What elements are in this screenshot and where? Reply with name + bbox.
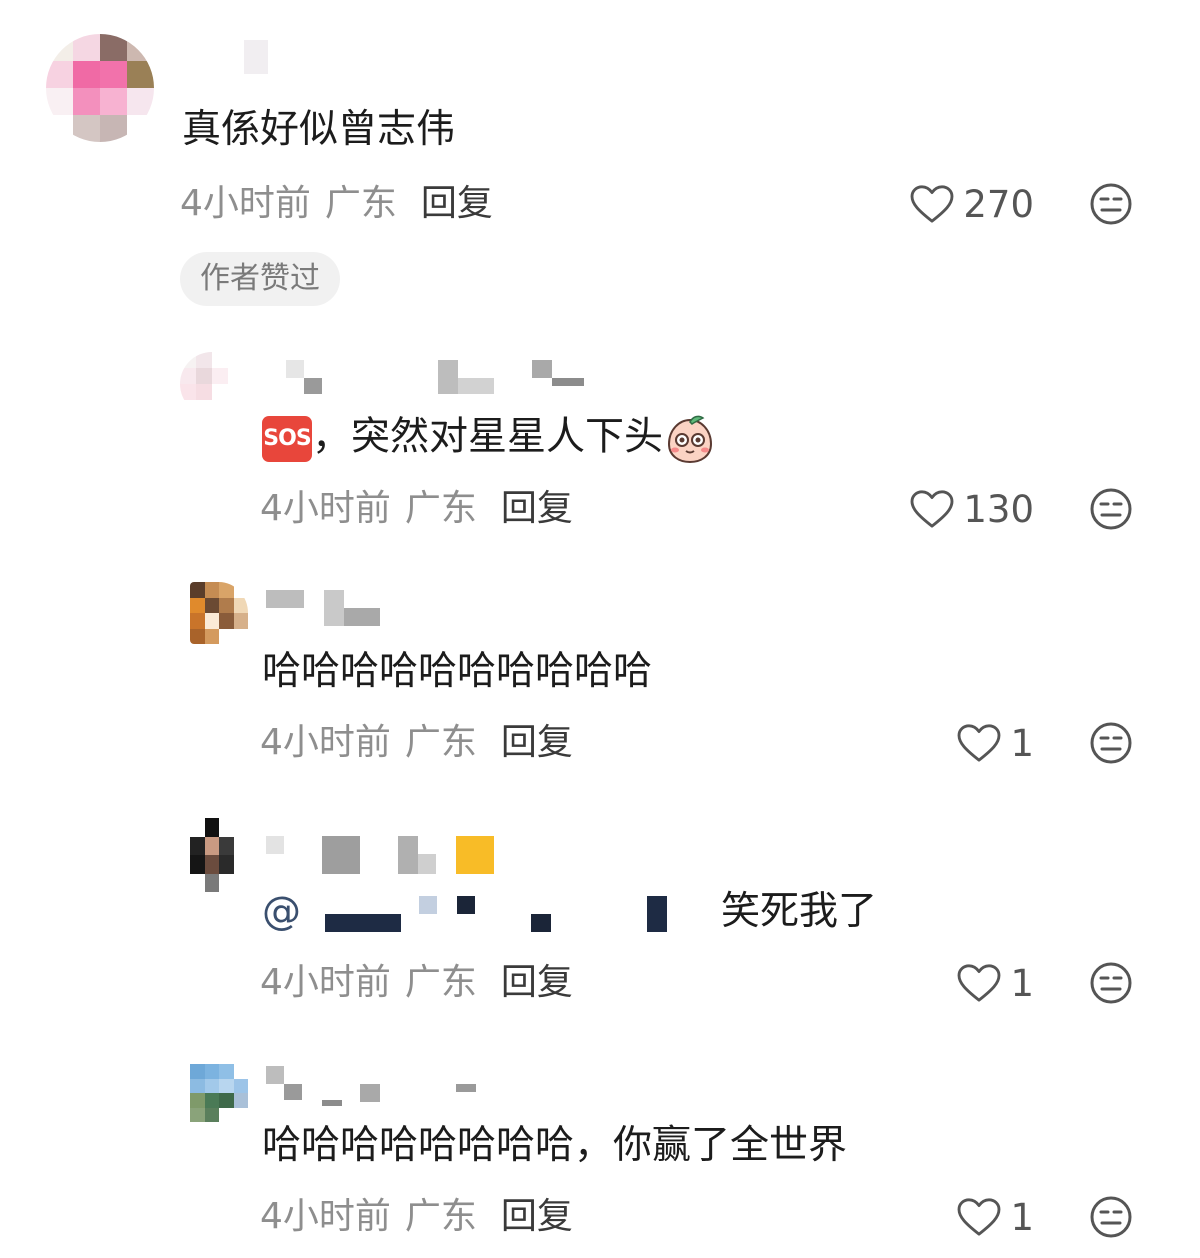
comment-text: SOS，突然对星星人下头: [262, 414, 717, 464]
mention-at-symbol[interactable]: @: [262, 889, 301, 934]
comment-text: @ 笑死我了: [262, 890, 877, 936]
comment-text-body: ，突然对星星人下头: [312, 414, 664, 460]
comment-location: 广东: [404, 488, 477, 529]
comment-text: 哈哈哈哈哈哈哈哈，你赢了全世界: [262, 1123, 848, 1168]
like-count: 130: [963, 487, 1034, 531]
heart-outline-icon: [910, 185, 954, 223]
like-button[interactable]: 270: [834, 182, 1034, 226]
heart-outline-icon: [910, 490, 954, 528]
comment-location: 广东: [324, 183, 397, 224]
username-redacted[interactable]: [266, 590, 386, 626]
avatar[interactable]: [190, 818, 248, 892]
comment-location: 广东: [404, 722, 477, 763]
comment-time: 4小时前: [260, 962, 391, 1003]
comment-meta: 4小时前 广东 回复: [260, 489, 573, 529]
comment-meta: 4小时前 广东 回复: [260, 723, 573, 763]
like-count: 1: [1010, 961, 1034, 1005]
heart-outline-icon: [958, 724, 1001, 762]
like-button[interactable]: 1: [834, 1195, 1034, 1239]
reply-button[interactable]: 回复: [501, 488, 573, 529]
heart-outline-icon: [958, 1198, 1001, 1236]
comment-time: 4小时前: [260, 1196, 391, 1237]
like-button[interactable]: 1: [834, 721, 1034, 765]
like-button[interactable]: 130: [834, 487, 1034, 531]
reply-button[interactable]: 回复: [501, 1196, 573, 1237]
username-redacted[interactable]: [266, 1066, 486, 1106]
avatar[interactable]: [46, 34, 154, 142]
comment-location: 广东: [404, 962, 477, 1003]
username-redacted[interactable]: [286, 360, 586, 394]
comment-time: 4小时前: [260, 722, 391, 763]
like-count: 1: [1010, 1195, 1034, 1239]
comment-meta: 4小时前 广东 回复: [260, 1197, 573, 1237]
meh-face-icon[interactable]: [1089, 182, 1133, 226]
reply-button[interactable]: 回复: [421, 183, 493, 224]
username-redacted[interactable]: [266, 836, 506, 874]
comment-meta: 4小时前 广东 回复: [180, 184, 493, 224]
sos-emoji: SOS: [262, 416, 312, 462]
comment-time: 4小时前: [180, 183, 311, 224]
meh-face-icon[interactable]: [1089, 487, 1133, 531]
avatar[interactable]: [190, 1064, 248, 1122]
comment-location: 广东: [404, 1196, 477, 1237]
heart-outline-icon: [958, 964, 1001, 1002]
like-count: 1: [1010, 721, 1034, 765]
reply-button[interactable]: 回复: [501, 722, 573, 763]
avatar[interactable]: [180, 352, 244, 416]
meh-face-icon[interactable]: [1089, 961, 1133, 1005]
comment-time: 4小时前: [260, 488, 391, 529]
username-redacted[interactable]: [244, 40, 274, 74]
reply-button[interactable]: 回复: [501, 962, 573, 1003]
comment-meta: 4小时前 广东 回复: [260, 963, 573, 1003]
comment-text: 真係好似曾志伟: [182, 107, 456, 152]
comment-text: 哈哈哈哈哈哈哈哈哈哈: [262, 649, 653, 694]
avatar[interactable]: [190, 582, 248, 644]
comment-text-body: 笑死我了: [721, 889, 878, 934]
like-button[interactable]: 1: [834, 961, 1034, 1005]
meh-face-icon[interactable]: [1089, 1195, 1133, 1239]
like-count: 270: [963, 182, 1034, 226]
peach-shy-emoji: [668, 415, 713, 464]
mention-user-redacted[interactable]: [301, 892, 671, 936]
meh-face-icon[interactable]: [1089, 721, 1133, 765]
author-liked-badge: 作者赞过: [180, 252, 340, 306]
